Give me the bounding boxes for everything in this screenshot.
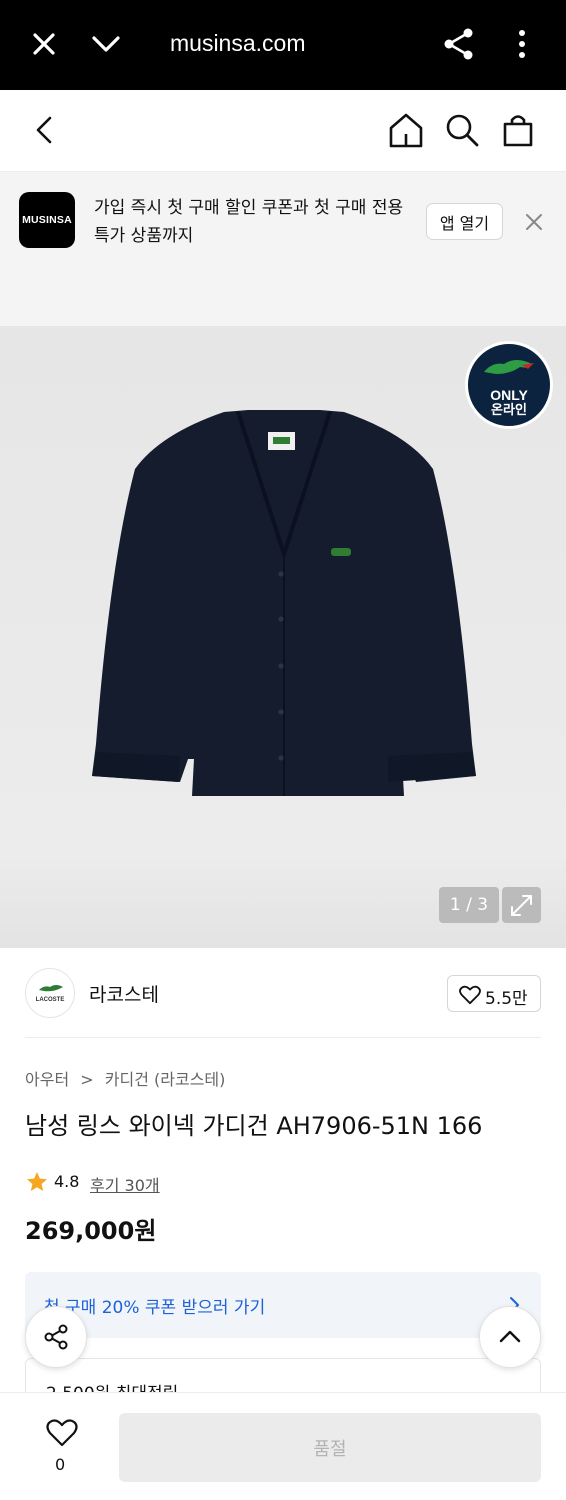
share-icon[interactable] [441, 26, 477, 62]
crocodile-icon [39, 985, 63, 992]
divider [25, 1037, 541, 1038]
expand-button[interactable] [502, 887, 541, 923]
chevron-up-icon [499, 1330, 521, 1343]
search-icon[interactable] [442, 110, 482, 150]
product-title: 남성 링스 와이넥 가디건 AH7906-51N 166 [25, 1112, 483, 1140]
product-image-gallery[interactable]: ONLY 온라인 1 / 3 [0, 326, 566, 948]
expand-icon [511, 895, 532, 916]
breadcrumb-item[interactable]: 아우터 [25, 1070, 69, 1089]
url-text[interactable]: musinsa.com [170, 30, 305, 57]
product-price: 269,000원 [25, 1217, 157, 1245]
home-icon[interactable] [386, 110, 426, 150]
chevron-down-icon[interactable] [88, 26, 124, 62]
brand-logo[interactable]: LACOSTE [25, 968, 75, 1018]
scroll-top-button[interactable] [479, 1306, 541, 1368]
bottom-purchase-bar: 0 품절 [0, 1392, 566, 1500]
brand-like-count: 5.5만 [485, 989, 528, 1009]
breadcrumb-separator: > [80, 1070, 94, 1089]
brand-row: LACOSTE 라코스테 5.5만 [0, 968, 566, 1038]
browser-toolbar: musinsa.com [0, 0, 566, 90]
banner-message: 가입 즉시 첫 구매 할인 쿠폰과 첫 구매 전용 특가 상품까지 [94, 198, 404, 246]
rating-score: 4.8 [54, 1172, 80, 1191]
back-arrow-icon[interactable] [24, 110, 64, 150]
musinsa-logo: MUSINSA [19, 192, 75, 248]
star-icon [27, 1172, 47, 1191]
close-icon[interactable] [520, 208, 548, 236]
online-only-badge: ONLY 온라인 [465, 341, 553, 429]
cardigan-image [92, 410, 476, 796]
more-vertical-icon[interactable] [504, 26, 540, 62]
heart-icon [459, 985, 481, 1005]
shopping-bag-icon[interactable] [498, 110, 538, 150]
crocodile-icon [484, 360, 534, 374]
brand-like-button[interactable]: 5.5만 [447, 975, 541, 1012]
image-counter: 1 / 3 [439, 887, 499, 923]
brand-logo-text: LACOSTE [35, 997, 65, 1003]
share-floating-button[interactable] [25, 1306, 87, 1368]
sold-out-button[interactable]: 품절 [119, 1413, 541, 1482]
badge-online-text: 온라인 [491, 402, 527, 417]
close-icon[interactable] [26, 26, 62, 62]
breadcrumb-item[interactable]: 카디건 (라코스테) [105, 1070, 226, 1089]
app-install-banner: MUSINSA 가입 즉시 첫 구매 할인 쿠폰과 첫 구매 전용 특가 상품까… [0, 172, 566, 326]
wishlist-heart-icon[interactable] [46, 1417, 78, 1449]
first-purchase-coupon-banner[interactable]: 첫 구매 20% 쿠폰 받으러 가기 [25, 1272, 541, 1338]
wishlist-count: 0 [55, 1455, 66, 1474]
badge-only-text: ONLY [490, 387, 528, 403]
open-app-button[interactable]: 앱 열기 [426, 203, 503, 240]
share-icon [44, 1324, 68, 1350]
brand-name[interactable]: 라코스테 [89, 980, 159, 1007]
app-header [0, 90, 566, 172]
breadcrumb: 아우터 > 카디건 (라코스테) [25, 1066, 225, 1090]
reviews-link[interactable]: 후기 30개 [90, 1172, 160, 1196]
